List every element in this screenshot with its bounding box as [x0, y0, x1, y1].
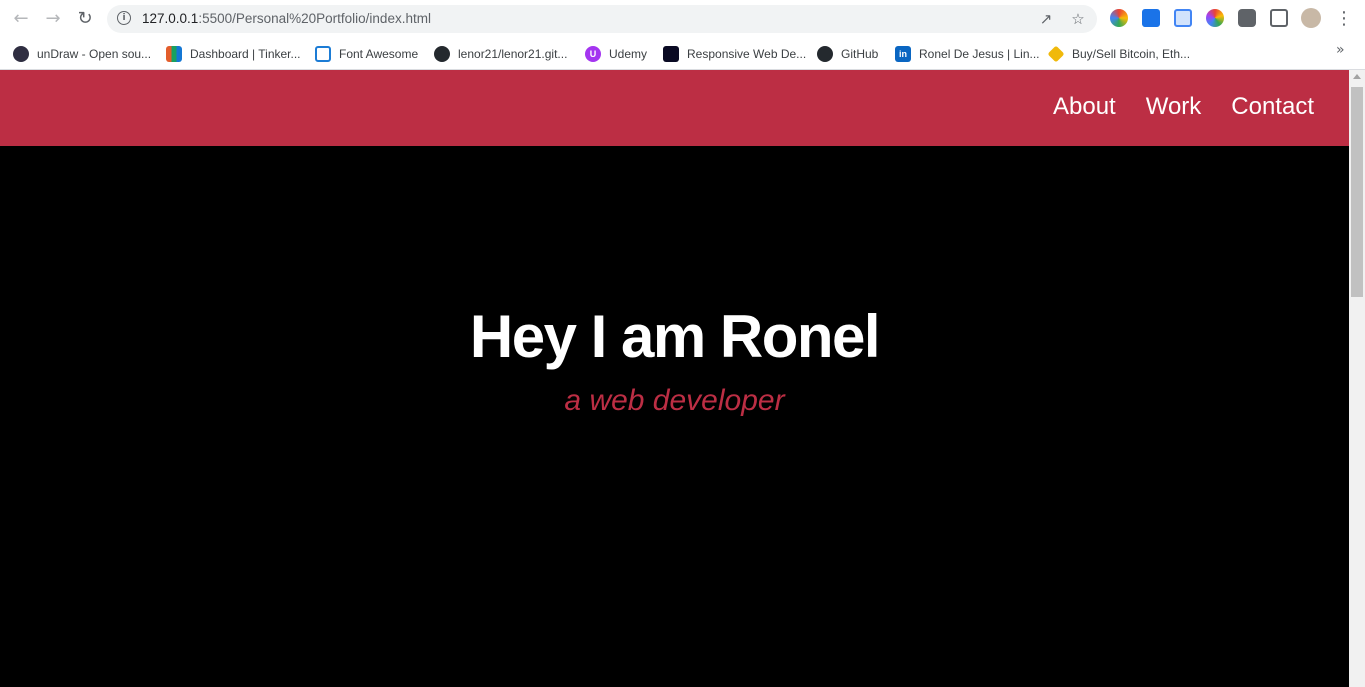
bookmark-label: lenor21/lenor21.git...	[458, 47, 568, 61]
bookmark-star-icon[interactable]: ☆	[1069, 10, 1087, 28]
hero-subtitle: a web developer	[564, 384, 785, 417]
back-icon[interactable]: ←	[9, 7, 33, 31]
binance-icon	[1047, 45, 1065, 63]
share-icon[interactable]: ↗	[1037, 10, 1055, 28]
tinkercad-icon	[166, 46, 182, 62]
bookmark-item[interactable]: Font Awesome	[315, 43, 418, 65]
nav-link-about[interactable]: About	[1053, 93, 1116, 121]
colorzilla-extension-icon[interactable]	[1206, 9, 1224, 27]
bookmark-label: Udemy	[609, 47, 648, 61]
bookmark-label: unDraw - Open sou...	[37, 47, 152, 61]
bookmark-label: Ronel De Jesus | Lin...	[919, 47, 1040, 61]
flag-icon	[315, 46, 331, 62]
browser-menu-icon[interactable]: ⋮	[1332, 7, 1356, 31]
nav-link-contact[interactable]: Contact	[1231, 93, 1314, 121]
bookmark-item[interactable]: unDraw - Open sou...	[13, 43, 151, 65]
color-picker-extension-icon[interactable]	[1110, 9, 1128, 27]
extensions-puzzle-icon[interactable]	[1238, 9, 1256, 27]
udemy-icon: U	[585, 46, 601, 62]
url-host: 127.0.0.1	[142, 11, 199, 26]
bookmark-label: Dashboard | Tinker...	[190, 47, 301, 61]
profile-avatar[interactable]	[1301, 8, 1321, 28]
site-info-icon[interactable]: i	[117, 11, 131, 25]
page-scrollbar[interactable]	[1349, 70, 1365, 687]
hero-title: Hey I am Ronel	[469, 303, 881, 370]
bookmark-item[interactable]: Responsive Web De...	[663, 43, 806, 65]
bookmarks-bar: unDraw - Open sou... Dashboard | Tinker.…	[0, 38, 1365, 70]
bookmark-label: GitHub	[841, 47, 879, 61]
nav-link-work[interactable]: Work	[1146, 93, 1202, 121]
github-icon	[817, 46, 833, 62]
bookmark-item[interactable]: Buy/Sell Bitcoin, Eth...	[1047, 43, 1191, 65]
side-panel-icon[interactable]	[1270, 9, 1288, 27]
download-extension-icon[interactable]	[1142, 9, 1160, 27]
bookmark-label: Responsive Web De...	[687, 47, 807, 61]
github-icon	[434, 46, 450, 62]
more-bookmarks-icon[interactable]: »	[1336, 42, 1345, 58]
bookmark-item[interactable]: U Udemy	[585, 43, 647, 65]
linkedin-icon: in	[895, 46, 911, 62]
browser-toolbar: ← → ↻ i 127.0.0.1:5500/Personal%20Portfo…	[0, 0, 1365, 38]
reload-icon[interactable]: ↻	[73, 7, 97, 31]
freecodecamp-icon	[663, 46, 679, 62]
browser-chrome: ← → ↻ i 127.0.0.1:5500/Personal%20Portfo…	[0, 0, 1365, 70]
bookmark-label: Font Awesome	[339, 47, 419, 61]
responsive-viewer-extension-icon[interactable]	[1174, 9, 1192, 27]
url-path: :5500/Personal%20Portfolio/index.html	[198, 11, 431, 26]
address-bar[interactable]: i 127.0.0.1:5500/Personal%20Portfolio/in…	[107, 5, 1097, 33]
bookmark-item[interactable]: GitHub	[817, 43, 878, 65]
site-header: About Work Contact	[0, 70, 1349, 146]
scroll-up-arrow-icon[interactable]	[1353, 74, 1361, 79]
site-nav: About Work Contact	[1053, 93, 1314, 121]
bookmark-item[interactable]: lenor21/lenor21.git...	[434, 43, 567, 65]
bookmark-label: Buy/Sell Bitcoin, Eth...	[1072, 47, 1191, 61]
bookmark-item[interactable]: Dashboard | Tinker...	[166, 43, 301, 65]
url-text[interactable]: 127.0.0.1:5500/Personal%20Portfolio/inde…	[142, 11, 431, 26]
bookmark-item[interactable]: in Ronel De Jesus | Lin...	[895, 43, 1040, 65]
undraw-icon	[13, 46, 29, 62]
webpage-viewport: About Work Contact Hey I am Ronel a web …	[0, 70, 1349, 687]
scrollbar-thumb[interactable]	[1351, 87, 1363, 297]
forward-icon[interactable]: →	[41, 7, 65, 31]
